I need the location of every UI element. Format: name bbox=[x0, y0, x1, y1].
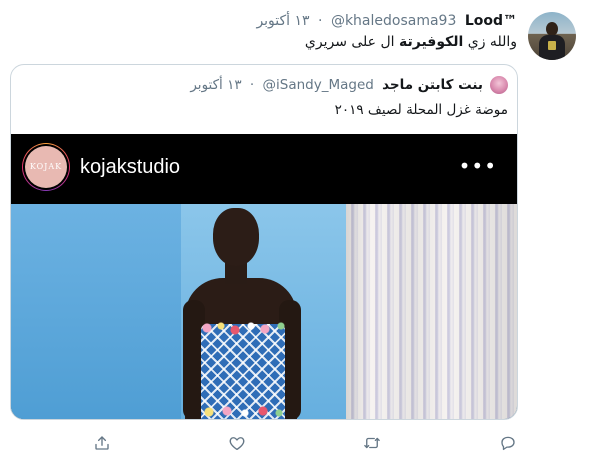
avatar-shirt-print bbox=[548, 41, 556, 50]
tweet-header: Lood™ @khaledosama93 · ١٣ أكتوبر bbox=[256, 12, 517, 30]
share-icon bbox=[95, 436, 109, 450]
quoted-header-separator: · bbox=[249, 77, 255, 93]
photo-wall-left bbox=[11, 204, 181, 419]
author-name[interactable]: Lood™ bbox=[465, 12, 517, 30]
quoted-tweet-header: بنت كابتن ماجد @iSandy_Maged · ١٣ أكتوبر bbox=[190, 76, 483, 94]
like-icon bbox=[229, 437, 245, 451]
dress-flower-trim-top bbox=[199, 320, 289, 336]
tweet-text-after: ال على سريري bbox=[304, 34, 399, 50]
photo-curtain-folds bbox=[346, 204, 517, 419]
instagram-header-bar: KOJAK kojakstudio ••• bbox=[11, 134, 517, 204]
avatar-head bbox=[546, 22, 558, 36]
fashion-photo bbox=[11, 204, 517, 419]
quoted-tweet-text: موضة غزل المحلة لصيف ٢٠١٩ bbox=[334, 102, 508, 118]
like-button[interactable] bbox=[222, 428, 252, 458]
author-avatar[interactable] bbox=[528, 12, 576, 60]
quoted-author-avatar[interactable] bbox=[490, 76, 508, 94]
header-separator: · bbox=[318, 13, 323, 29]
tweet-text-bold: الكوفيرتة bbox=[399, 34, 464, 50]
dress-flower-trim-bottom bbox=[199, 404, 289, 419]
quoted-tweet[interactable]: بنت كابتن ماجد @iSandy_Maged · ١٣ أكتوبر… bbox=[10, 64, 518, 420]
tweet-text: والله زي الكوفيرتة ال على سريري bbox=[305, 33, 517, 51]
instagram-username: kojakstudio bbox=[80, 156, 181, 178]
quoted-media-image[interactable]: KOJAK kojakstudio ••• bbox=[11, 134, 517, 419]
author-handle[interactable]: @khaledosama93 bbox=[331, 12, 456, 30]
tweet-timestamp[interactable]: ١٣ أكتوبر bbox=[256, 12, 309, 30]
reply-button[interactable] bbox=[493, 428, 523, 458]
kojak-logo: KOJAK bbox=[25, 146, 67, 188]
tweet-text-before: والله زي bbox=[463, 34, 517, 50]
tweet: Lood™ @khaledosama93 · ١٣ أكتوبر والله ز… bbox=[0, 0, 591, 462]
reply-icon bbox=[501, 436, 515, 451]
model-head bbox=[213, 208, 259, 266]
quoted-author-name[interactable]: بنت كابتن ماجد bbox=[382, 77, 483, 93]
quoted-author-handle[interactable]: @iSandy_Maged bbox=[263, 76, 374, 94]
tweet-action-bar bbox=[0, 428, 591, 458]
share-button[interactable] bbox=[87, 428, 117, 458]
quoted-tweet-timestamp[interactable]: ١٣ أكتوبر bbox=[190, 76, 241, 94]
retweet-icon bbox=[364, 437, 380, 449]
more-icon: ••• bbox=[458, 154, 497, 178]
retweet-button[interactable] bbox=[357, 428, 387, 458]
